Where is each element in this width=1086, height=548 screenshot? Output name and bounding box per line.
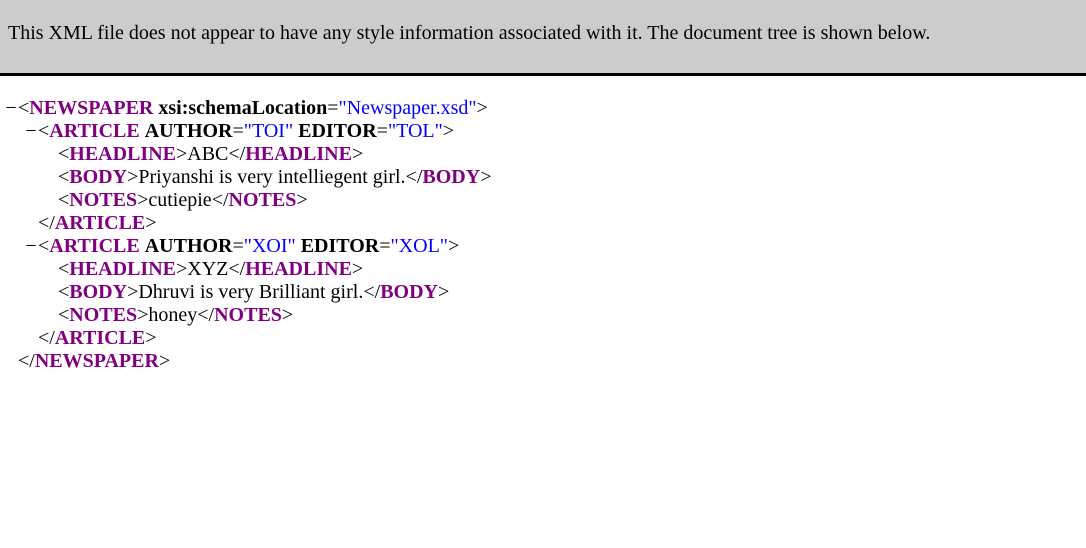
attr-name-editor: EDITOR [300,235,380,257]
attr-name-author: AUTHOR [144,235,233,257]
tree-line-root-open: −<NEWSPAPER xsi:schemaLocation="Newspape… [4,97,488,120]
xml-info-message: This XML file does not appear to have an… [8,22,931,44]
headline-text: XYZ [187,258,229,280]
tree-line-root-close: </NEWSPAPER> [18,350,171,372]
attr-value-schema-location: "Newspaper.xsd" [338,97,477,119]
headline-text: ABC [187,143,229,165]
attr-value-editor: "TOL" [387,120,443,142]
tree-line-headline: <HEADLINE>ABC</HEADLINE> [58,143,364,165]
tag-name-article-close: ARTICLE [54,327,146,349]
tag-name-article: ARTICLE [49,120,140,142]
attr-value-editor: "XOL" [390,235,448,257]
tag-name-notes-close: NOTES [228,189,297,211]
tag-name-body: BODY [69,166,128,188]
tag-name-notes: NOTES [69,189,138,211]
tree-line-body: <BODY>Dhruvi is very Brilliant girl.</BO… [58,281,450,303]
tag-name-notes: NOTES [69,304,138,326]
tree-line-headline: <HEADLINE>XYZ</HEADLINE> [58,258,364,280]
tag-name-newspaper-close: NEWSPAPER [34,350,159,372]
tree-line-notes: <NOTES>honey</NOTES> [58,304,294,326]
attr-value-author: "XOI" [243,235,296,257]
notes-text: cutiepie [148,189,212,211]
tag-name-article-close: ARTICLE [54,212,146,234]
tag-name-headline-close: HEADLINE [245,143,352,165]
body-text: Dhruvi is very Brilliant girl. [138,281,364,303]
tag-open-bracket: < [18,97,30,119]
tag-name-article: ARTICLE [49,235,140,257]
tree-line-notes: <NOTES>cutiepie</NOTES> [58,189,308,211]
attr-name-editor: EDITOR [298,120,377,142]
tag-name-body-close: BODY [380,281,438,303]
collapse-toggle-root[interactable]: − [4,97,18,120]
collapse-toggle-article-2[interactable]: − [24,235,38,258]
tree-line-article-open: −<ARTICLE AUTHOR="TOI" EDITOR="TOL"> [24,120,455,143]
tag-name-body-close: BODY [422,166,481,188]
tag-name-newspaper: NEWSPAPER [29,97,154,119]
attr-name-schema-location: xsi:schemaLocation [158,97,328,119]
tag-name-notes-close: NOTES [214,304,282,326]
attr-name-author: AUTHOR [144,120,233,142]
attr-value-author: "TOI" [243,120,294,142]
tree-line-article-close: </ARTICLE> [38,212,157,234]
tag-name-body: BODY [69,281,128,303]
xml-document-tree: −<NEWSPAPER xsi:schemaLocation="Newspape… [0,97,1086,373]
tree-line-body: <BODY>Priyanshi is very intelliegent gir… [58,166,492,188]
tree-line-article-close: </ARTICLE> [38,327,157,349]
collapse-toggle-article-1[interactable]: − [24,120,38,143]
tag-name-headline: HEADLINE [69,143,176,165]
notes-text: honey [148,304,198,326]
body-text: Priyanshi is very intelliegent girl. [138,166,406,188]
tree-line-article-open: −<ARTICLE AUTHOR="XOI" EDITOR="XOL"> [24,235,460,258]
tag-name-headline: HEADLINE [69,258,176,280]
xml-info-bar: This XML file does not appear to have an… [0,0,1086,76]
tag-name-headline-close: HEADLINE [245,258,352,280]
